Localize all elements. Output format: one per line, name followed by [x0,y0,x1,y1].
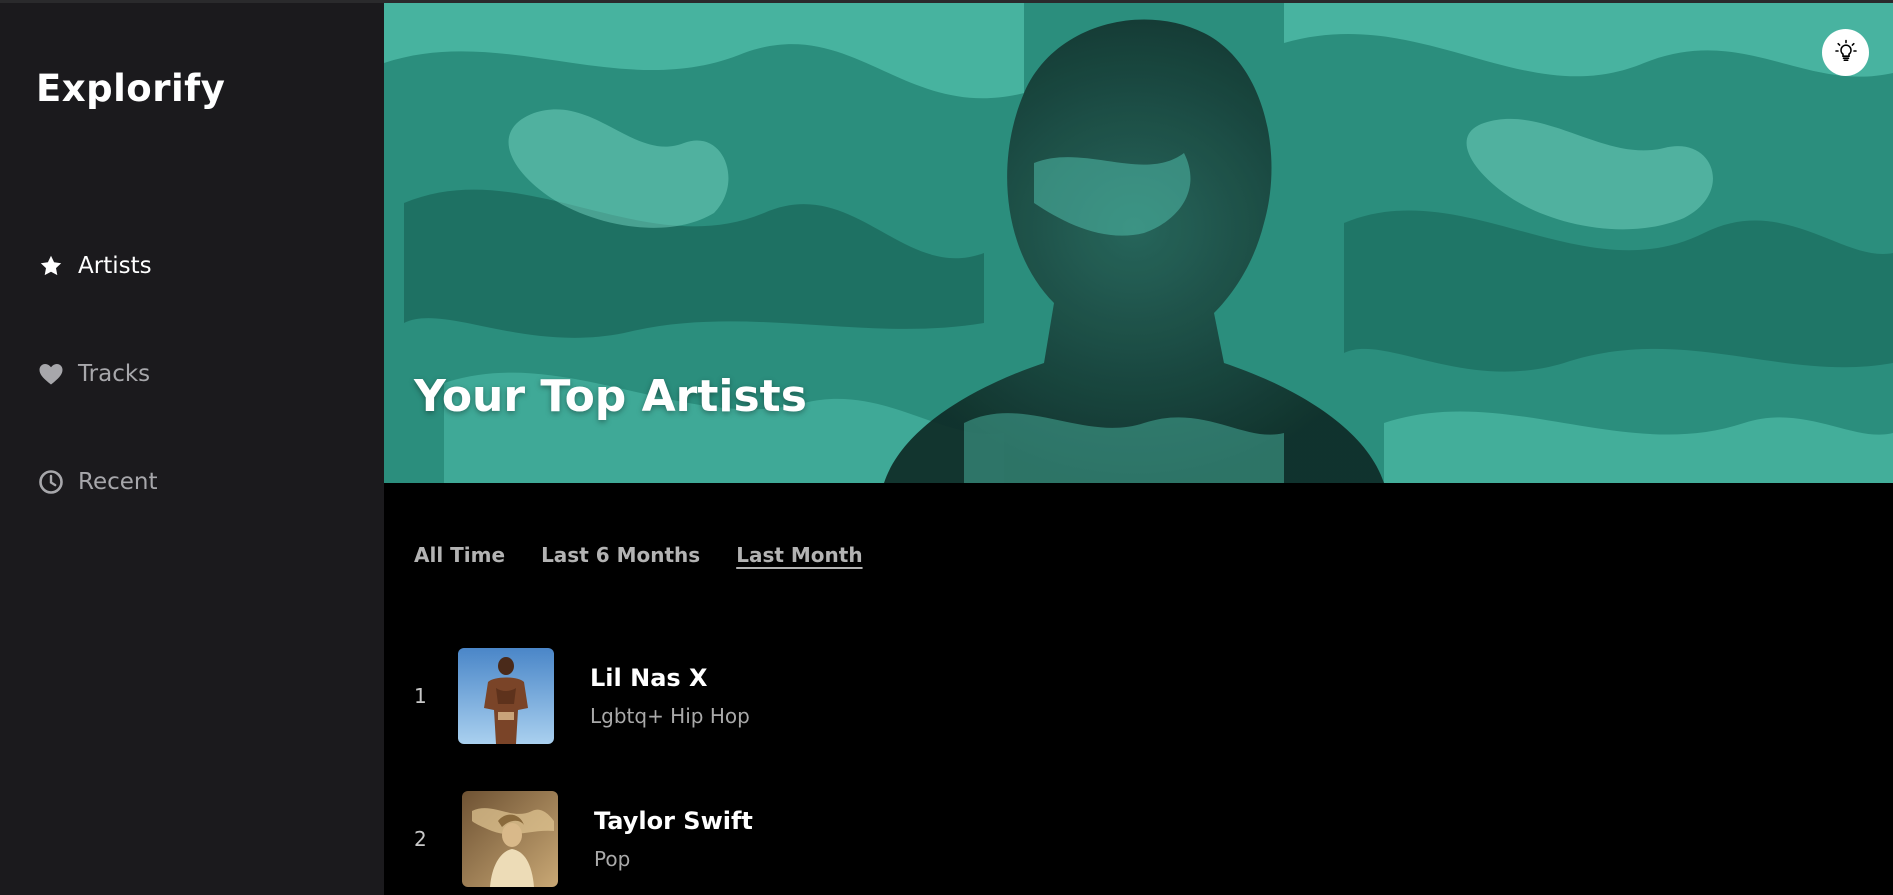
sidebar-item-recent[interactable]: Recent [38,469,158,495]
tab-last-6-months[interactable]: Last 6 Months [541,543,700,567]
artist-image [458,648,554,744]
list-item[interactable]: 1 Lil Nas X Lgbtq+ Hip Hop [414,648,750,744]
list-item[interactable]: 2 Taylor Swift Pop [414,791,753,887]
sidebar-item-artists[interactable]: Artists [38,253,152,279]
artist-name[interactable]: Lil Nas X [590,664,750,692]
sidebar-item-tracks[interactable]: Tracks [38,361,150,387]
app-window: Explorify Artists Tracks Recent Your Top… [0,0,1893,895]
hero-banner: Your Top Artists [384,3,1893,483]
artist-rank: 2 [414,827,427,851]
time-range-tabs: All Time Last 6 Months Last Month [414,543,863,567]
page-title: Your Top Artists [414,371,807,422]
lightbulb-icon [1834,39,1858,67]
sidebar-item-label: Recent [78,469,158,495]
artist-image [462,791,558,887]
sidebar-item-label: Artists [78,253,152,279]
theme-toggle-button[interactable] [1822,29,1869,76]
sidebar-item-label: Tracks [78,361,151,387]
star-icon [38,253,64,279]
clock-icon [38,469,64,495]
artist-genre: Pop [594,847,631,871]
tab-all-time[interactable]: All Time [414,543,505,567]
app-logo[interactable]: Explorify [36,67,225,110]
artist-rank: 1 [414,684,427,708]
artist-genre: Lgbtq+ Hip Hop [590,704,750,728]
artist-name[interactable]: Taylor Swift [594,807,753,835]
heart-icon [38,361,64,387]
sidebar: Explorify Artists Tracks Recent [0,3,384,895]
tab-last-month[interactable]: Last Month [736,543,862,567]
